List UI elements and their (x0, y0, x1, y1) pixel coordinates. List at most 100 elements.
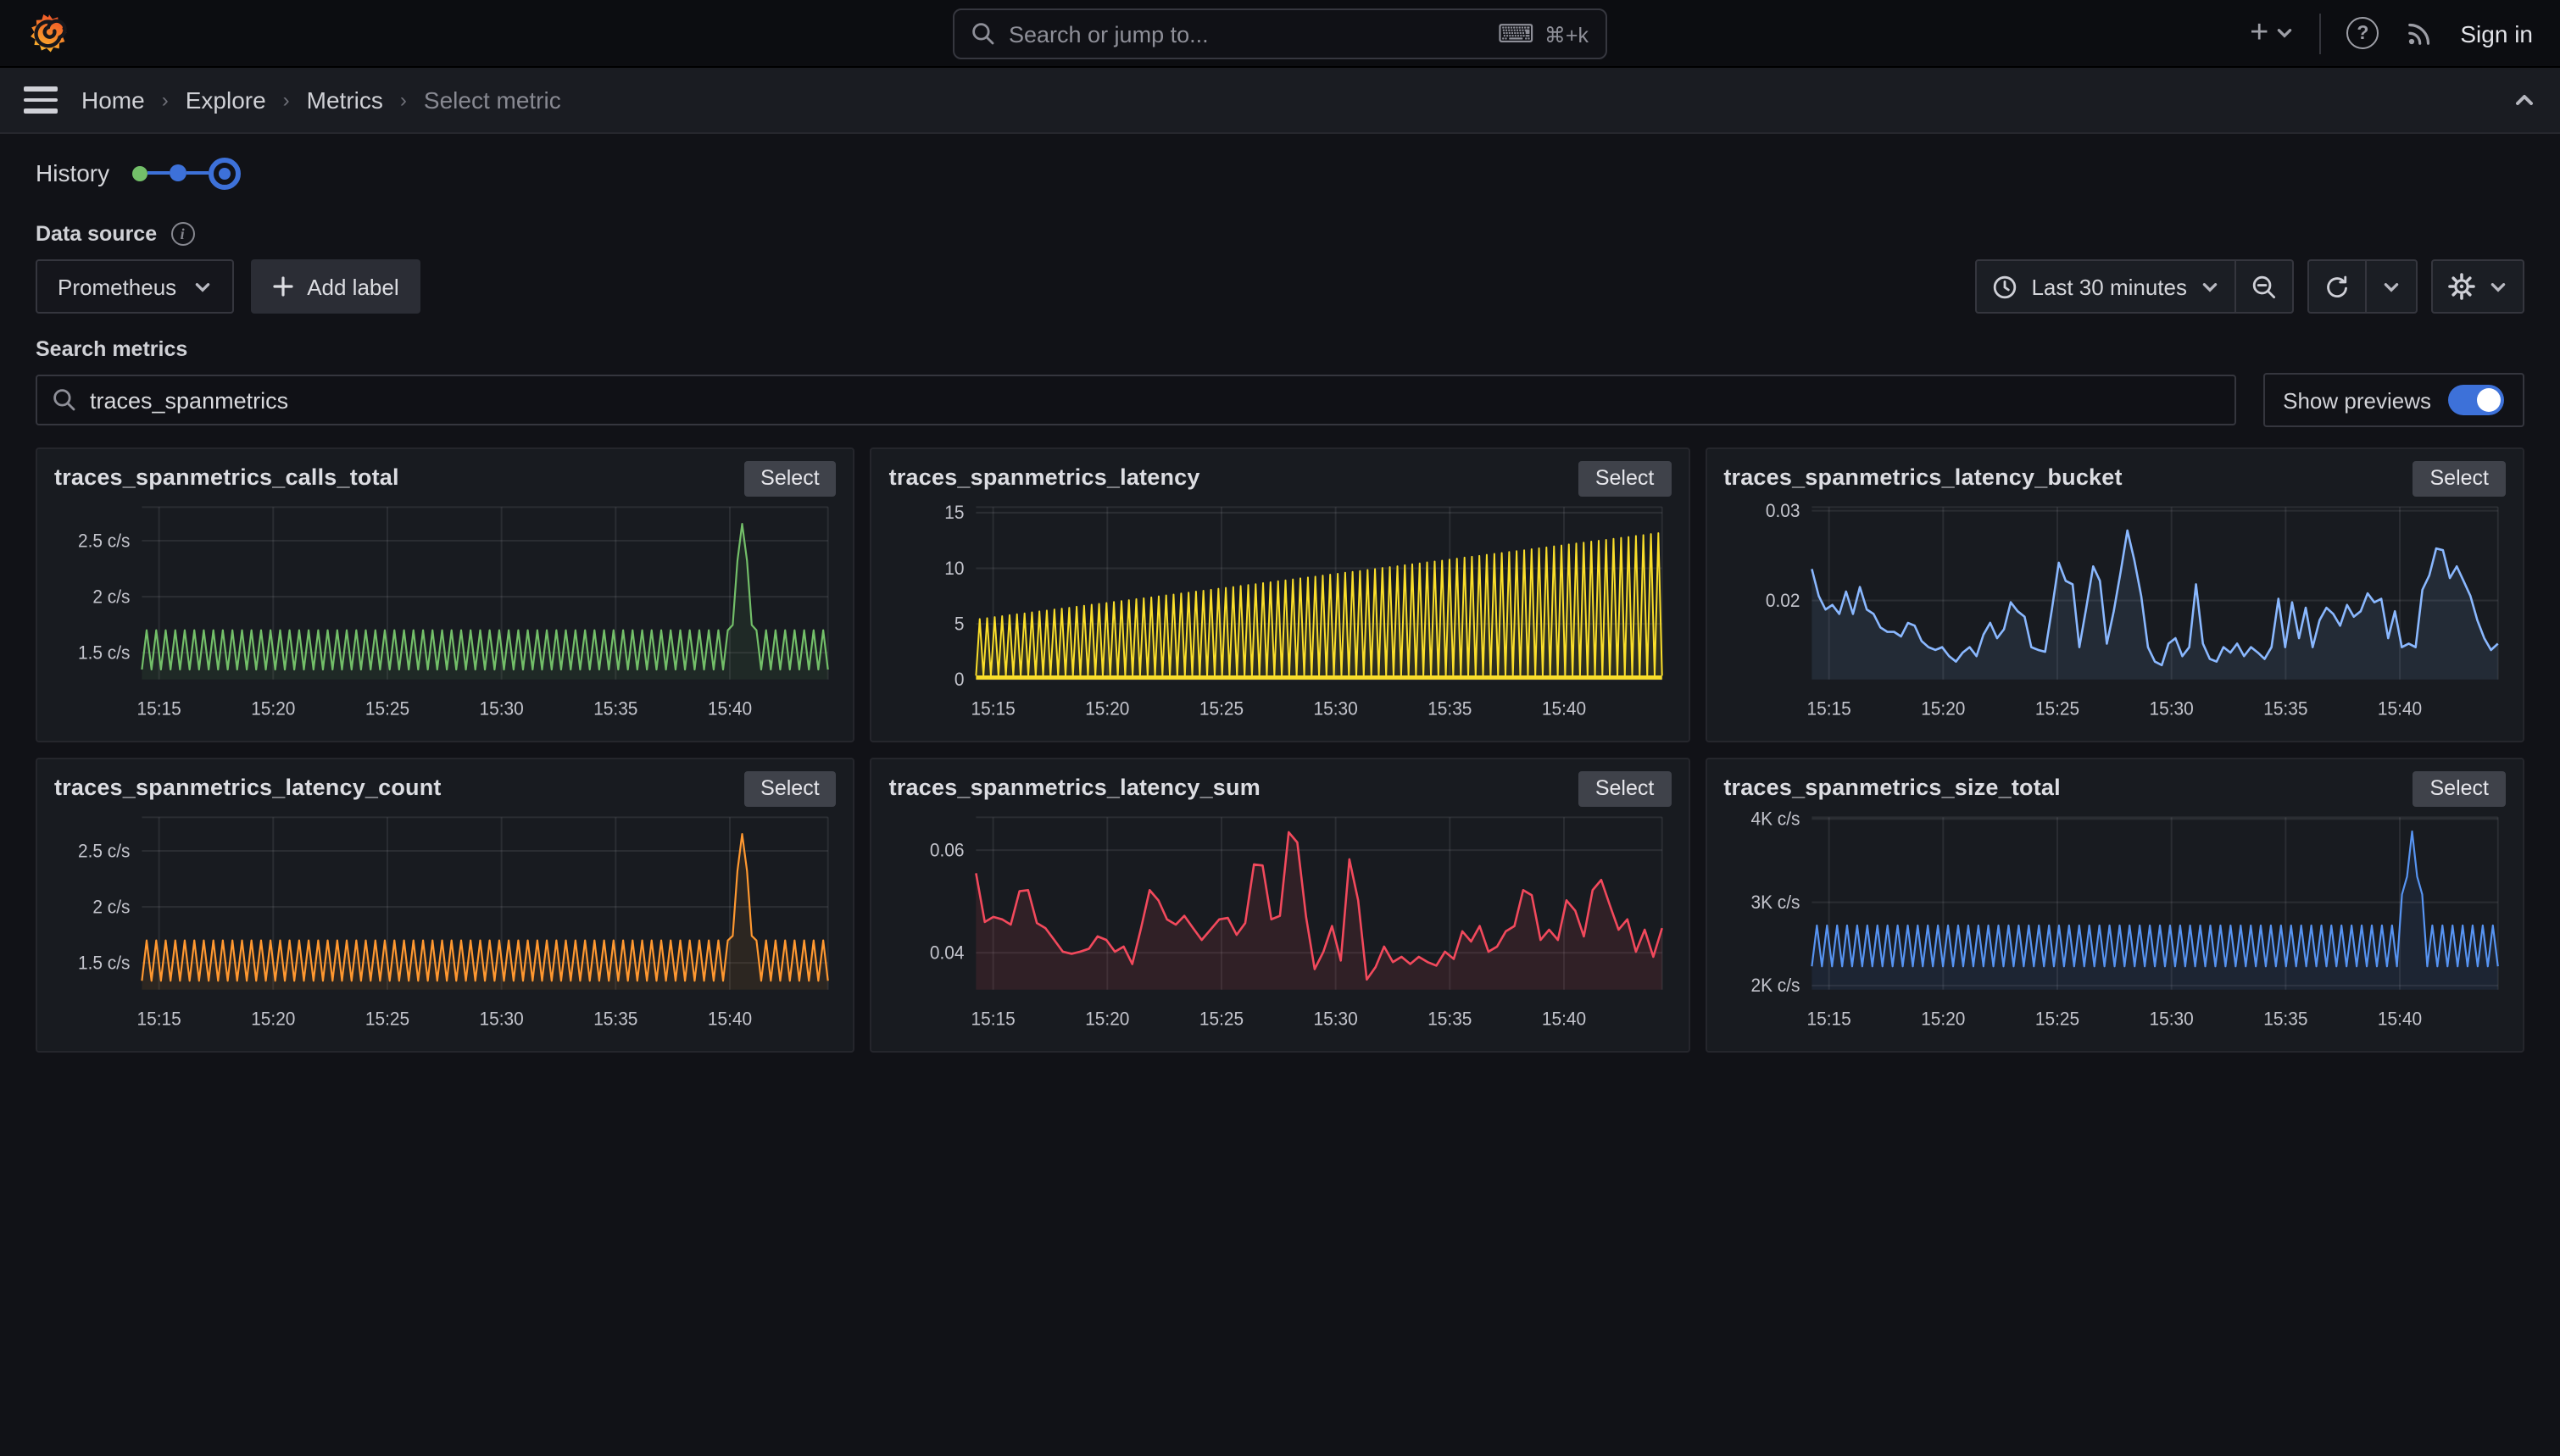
svg-text:15:20: 15:20 (1921, 1009, 1965, 1030)
panel-title: traces_spanmetrics_latency_sum (889, 771, 1261, 800)
history-current-step (208, 157, 240, 189)
svg-text:15:30: 15:30 (1314, 1009, 1358, 1030)
add-label-button[interactable]: Add label (251, 259, 420, 314)
svg-text:15:25: 15:25 (2034, 698, 2079, 720)
svg-text:15:20: 15:20 (251, 698, 295, 720)
menu-toggle-button[interactable] (24, 84, 58, 117)
time-picker-group: Last 30 minutes (1975, 259, 2294, 314)
help-button[interactable]: ? (2346, 17, 2379, 49)
select-metric-button[interactable]: Select (743, 461, 837, 497)
picker-row: Prometheus Add label Last 30 (36, 259, 2524, 314)
svg-text:15:40: 15:40 (1543, 1009, 1587, 1030)
refresh-button[interactable] (2309, 261, 2365, 312)
refresh-interval-button[interactable] (2365, 261, 2416, 312)
select-metric-button[interactable]: Select (2413, 461, 2507, 497)
chevron-down-icon (2275, 24, 2294, 42)
metric-panel: traces_spanmetrics_size_total Select 2K c/… (1705, 758, 2524, 1053)
help-icon: ? (2346, 17, 2379, 49)
data-source-row: Data source i (36, 222, 2524, 246)
metric-preview-chart: 1.5 c/s2 c/s2.5 c/s15:1515:2015:2515:301… (54, 498, 837, 731)
news-button[interactable] (2404, 18, 2435, 48)
svg-text:15:40: 15:40 (708, 698, 752, 720)
history-label: History (36, 159, 109, 186)
panel-header: traces_spanmetrics_latency_sum Select (889, 771, 1672, 807)
svg-text:15:35: 15:35 (1428, 1009, 1472, 1030)
show-previews-toggle[interactable] (2448, 385, 2504, 415)
refresh-group (2307, 259, 2418, 314)
collapse-controls-button[interactable] (2513, 88, 2536, 112)
svg-text:15:15: 15:15 (971, 698, 1016, 720)
svg-text:4K c/s: 4K c/s (1750, 809, 1800, 830)
top-nav-bar: Search or jump to... ⌨ ⌘+k + ? (0, 0, 2560, 68)
chevron-up-icon (2513, 88, 2536, 112)
svg-text:15:20: 15:20 (251, 1009, 295, 1030)
breadcrumb-bar: Home › Explore › Metrics › Select metric (0, 68, 2560, 134)
new-menu-button[interactable]: + (2250, 17, 2294, 49)
metric-panel: traces_spanmetrics_latency_sumSelect0.04… (871, 758, 1690, 1053)
breadcrumb-separator: › (400, 88, 407, 112)
svg-text:15:30: 15:30 (480, 698, 524, 720)
svg-text:15:20: 15:20 (1921, 698, 1965, 720)
svg-text:15:40: 15:40 (2377, 1009, 2421, 1030)
left-pickers: Prometheus Add label (36, 259, 421, 314)
svg-text:15:25: 15:25 (1200, 1009, 1244, 1030)
history-step-line (147, 171, 169, 175)
plus-icon (273, 276, 293, 297)
topbar-divider (2319, 13, 2321, 53)
history-steps-widget[interactable] (131, 157, 240, 189)
panel-header: traces_spanmetrics_size_total Select (1723, 771, 2506, 807)
select-metric-button[interactable]: Select (2413, 771, 2507, 807)
metric-preview-chart: 2K c/s3K c/s4K c/s15:1515:2015:2515:3015… (1723, 809, 2506, 1041)
metric-preview-chart: 1.5 c/s2 c/s2.5 c/s15:1515:2015:2515:301… (54, 809, 837, 1041)
svg-text:15:25: 15:25 (2034, 1009, 2079, 1030)
svg-text:15:20: 15:20 (1086, 698, 1130, 720)
svg-text:15:15: 15:15 (1806, 1009, 1850, 1030)
svg-text:2.5 c/s: 2.5 c/s (78, 531, 130, 552)
breadcrumb-separator: › (283, 88, 290, 112)
svg-text:15: 15 (945, 503, 965, 524)
select-metric-button[interactable]: Select (1578, 771, 1672, 807)
select-metric-button[interactable]: Select (1578, 461, 1672, 497)
grafana-logo[interactable] (27, 11, 71, 55)
keyboard-icon: ⌨ (1498, 21, 1534, 47)
show-previews-label: Show previews (2283, 387, 2431, 413)
breadcrumb-home[interactable]: Home (81, 86, 145, 114)
panel-header: traces_spanmetrics_latency_count Select (54, 771, 837, 807)
topbar-actions: + ? Sign in (2250, 13, 2533, 53)
svg-text:0: 0 (955, 670, 966, 691)
refresh-icon (2324, 274, 2350, 299)
svg-text:2.5 c/s: 2.5 c/s (78, 841, 130, 862)
svg-text:15:30: 15:30 (1314, 698, 1358, 720)
history-step-dot (169, 164, 186, 181)
svg-text:15:40: 15:40 (1543, 698, 1587, 720)
panel-header: traces_spanmetrics_calls_total Select (54, 461, 837, 497)
svg-text:15:30: 15:30 (2149, 1009, 2193, 1030)
breadcrumb: Home › Explore › Metrics › Select metric (81, 86, 561, 114)
time-range-label: Last 30 minutes (2031, 274, 2187, 299)
info-icon[interactable]: i (170, 222, 194, 246)
panel-title: traces_spanmetrics_calls_total (54, 461, 399, 490)
svg-text:2K c/s: 2K c/s (1750, 975, 1800, 997)
breadcrumb-metrics[interactable]: Metrics (307, 86, 383, 114)
toggle-knob (2477, 388, 2501, 412)
svg-text:15:25: 15:25 (365, 698, 409, 720)
panel-title: traces_spanmetrics_size_total (1723, 771, 2061, 800)
history-step-dot (131, 165, 147, 181)
svg-text:0.02: 0.02 (1765, 590, 1800, 611)
metric-search-input[interactable] (90, 387, 2218, 413)
explore-metrics-content: History Data source i Prometheus (0, 154, 2560, 1053)
sign-in-link[interactable]: Sign in (2460, 19, 2533, 47)
panel-header: traces_spanmetrics_latencySelect (889, 461, 1672, 497)
nav-search[interactable]: Search or jump to... ⌨ ⌘+k (953, 8, 1607, 59)
svg-text:15:25: 15:25 (1200, 698, 1244, 720)
grafana-flame-icon (27, 11, 71, 55)
metric-panel-grid: traces_spanmetrics_calls_totalSelect1.5 … (36, 447, 2524, 1053)
select-metric-button[interactable]: Select (743, 771, 837, 807)
time-range-picker[interactable]: Last 30 minutes (1977, 261, 2234, 312)
settings-button[interactable] (2433, 261, 2523, 312)
data-source-picker[interactable]: Prometheus (36, 259, 234, 314)
breadcrumb-explore[interactable]: Explore (186, 86, 266, 114)
panel-title: traces_spanmetrics_latency_count (54, 771, 442, 800)
svg-text:15:15: 15:15 (137, 1009, 181, 1030)
zoom-out-button[interactable] (2234, 261, 2292, 312)
